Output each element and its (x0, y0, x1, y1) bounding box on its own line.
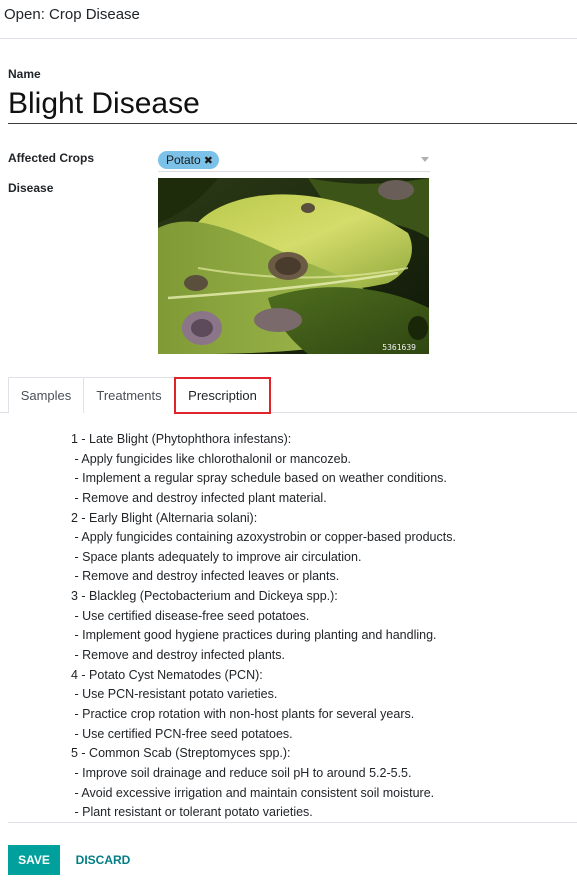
prescription-line: - Apply fungicides like chlorothalonil o… (71, 451, 352, 466)
dialog-header: Open: Crop Disease (0, 0, 577, 39)
blighted-leaf-photo-icon (158, 178, 429, 354)
name-field[interactable]: Blight Disease (8, 84, 577, 124)
disease-label: Disease (8, 181, 54, 195)
image-id-label: 5361639 (382, 343, 416, 352)
prescription-line: 3 - Blackleg (Pectobacterium and Dickeya… (71, 589, 338, 604)
prescription-line: - Apply fungicides containing azoxystrob… (71, 530, 456, 545)
prescription-line: - Remove and destroy infected plants. (71, 648, 286, 663)
disease-image[interactable]: 5361639 (158, 178, 429, 354)
remove-tag-icon[interactable]: ✖ (204, 155, 213, 167)
dialog-title: Open: Crop Disease (4, 6, 140, 23)
prescription-line: - Use PCN-resistant potato varieties. (71, 687, 278, 702)
save-button[interactable]: SAVE (8, 845, 60, 875)
prescription-line: - Implement good hygiene practices durin… (71, 628, 437, 643)
prescription-text[interactable]: 1 - Late Blight (Phytophthora infestans)… (71, 430, 571, 823)
prescription-line: - Improve soil drainage and reduce soil … (71, 765, 412, 780)
tab-prescription[interactable]: Prescription (174, 377, 271, 414)
dropdown-caret-icon[interactable] (421, 157, 429, 162)
prescription-line: - Plant resistant or tolerant potato var… (71, 805, 313, 820)
prescription-line: - Practice crop rotation with non-host p… (71, 706, 415, 721)
prescription-line: - Space plants adequately to improve air… (71, 549, 362, 564)
prescription-line: 2 - Early Blight (Alternaria solani): (71, 510, 258, 525)
prescription-line: - Use certified PCN-free seed potatoes. (71, 726, 293, 741)
name-label: Name (8, 67, 41, 81)
prescription-line: - Remove and destroy infected leaves or … (71, 569, 340, 584)
affected-crops-label: Affected Crops (8, 151, 95, 165)
crop-tag-potato: Potato ✖ (158, 151, 219, 169)
prescription-line: 4 - Potato Cyst Nematodes (PCN): (71, 667, 263, 682)
prescription-line: 5 - Common Scab (Streptomyces spp.): (71, 746, 291, 761)
discard-button[interactable]: DISCARD (70, 845, 136, 875)
prescription-line: - Use certified disease-free seed potato… (71, 608, 310, 623)
prescription-line: - Remove and destroy infected plant mate… (71, 490, 327, 505)
form-tabs: Samples Treatments Prescription (0, 377, 577, 414)
affected-crops-field[interactable]: Potato ✖ (158, 150, 430, 172)
footer-divider (8, 822, 577, 823)
crop-tag-label: Potato (166, 153, 201, 167)
tab-treatments[interactable]: Treatments (83, 377, 175, 413)
prescription-line: - Avoid excessive irrigation and maintai… (71, 785, 435, 800)
tab-samples[interactable]: Samples (8, 377, 84, 413)
prescription-line: - Implement a regular spray schedule bas… (71, 471, 447, 486)
prescription-line: 1 - Late Blight (Phytophthora infestans)… (71, 432, 292, 446)
crop-disease-dialog: Open: Crop Disease Name Blight Disease A… (0, 0, 577, 881)
